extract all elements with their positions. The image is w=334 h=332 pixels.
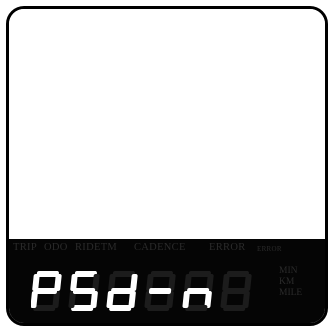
mode-labels: TRIP ODO RIDETM CADENCE ERROR ERROR (9, 242, 325, 256)
label-ridetm: RIDETM (75, 242, 118, 253)
segment-digit-5 (182, 271, 214, 311)
segment-g (148, 288, 172, 294)
label-cadence: CADENCE (134, 242, 186, 253)
unit-mile: MILE (279, 288, 303, 298)
segment-g (72, 288, 96, 294)
unit-min: MIN (279, 266, 298, 276)
display-device: TRIP ODO RIDETM CADENCE ERROR ERROR MIN … (6, 6, 328, 326)
segment-digit-6 (220, 271, 252, 311)
segment-digits (31, 271, 252, 311)
lcd-panel: TRIP ODO RIDETM CADENCE ERROR ERROR MIN … (9, 239, 325, 323)
label-trip: TRIP (13, 242, 37, 253)
label-error-small: ERROR (257, 245, 282, 253)
segment-g (110, 288, 134, 294)
screen-blank-area (9, 9, 325, 239)
segment-g (34, 288, 58, 294)
label-error: ERROR (209, 242, 246, 253)
unit-km: KM (279, 277, 295, 287)
segment-digit-1 (31, 271, 62, 311)
segment-digit-2 (68, 271, 100, 311)
segment-g (224, 288, 248, 294)
segment-digit-3 (106, 271, 138, 311)
segment-g (186, 288, 210, 294)
segment-display (31, 263, 271, 319)
unit-labels: MIN KM MILE (279, 266, 323, 299)
segment-digit-4 (144, 271, 176, 311)
label-odo: ODO (44, 242, 68, 253)
